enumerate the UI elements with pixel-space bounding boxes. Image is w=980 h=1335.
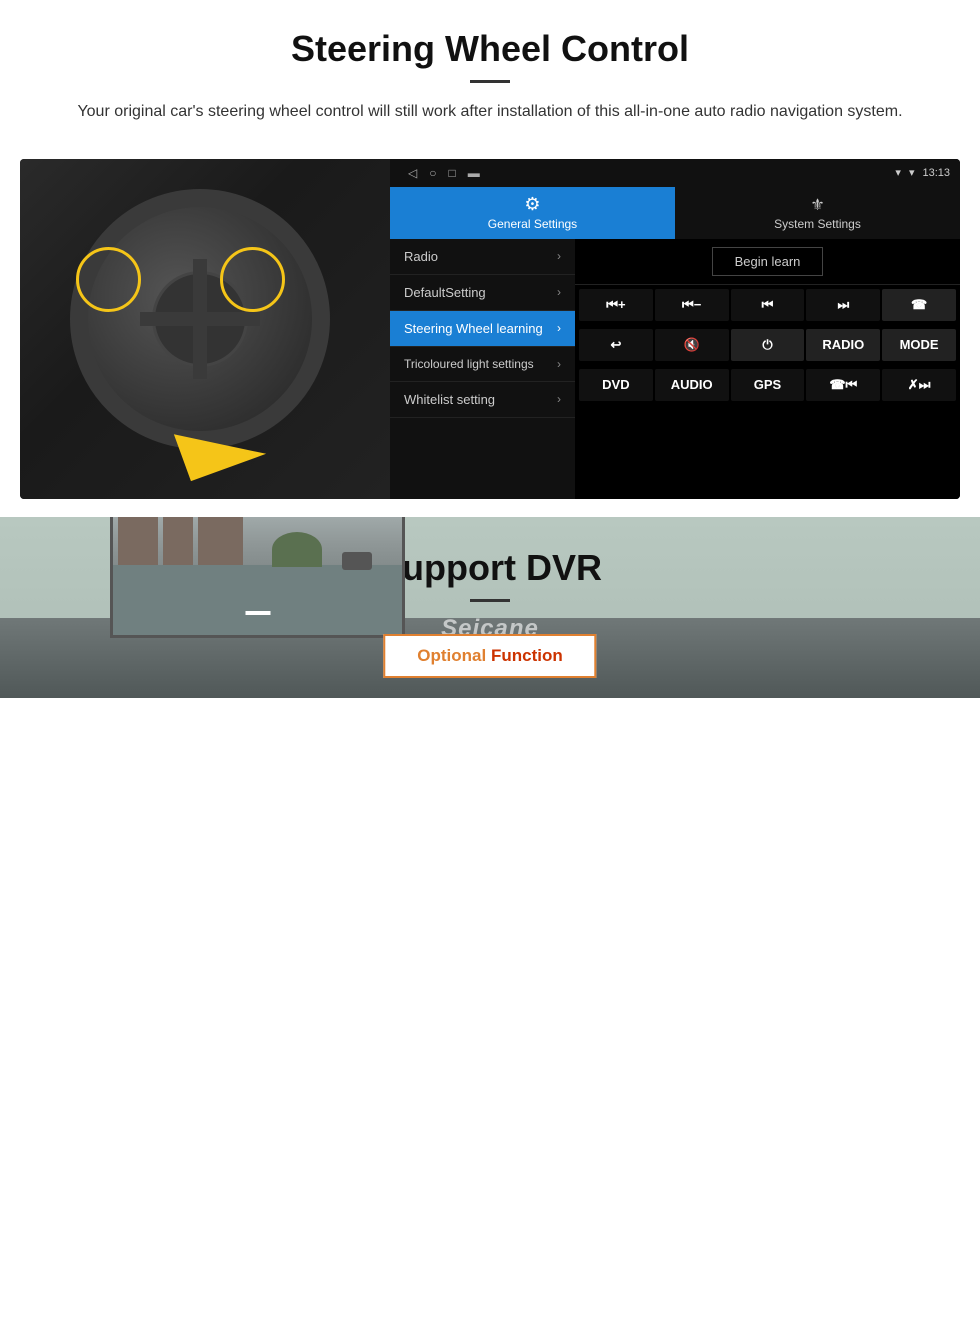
menu-whitelist[interactable]: Whitelist setting › (390, 382, 575, 418)
next-btn[interactable]: ⏭ (806, 289, 880, 321)
menu-radio-arrow: › (557, 249, 561, 263)
menu-tricoloured-label: Tricoloured light settings (404, 357, 534, 371)
phone-btn[interactable]: ☎ (882, 289, 956, 321)
dvr-divider (470, 599, 510, 602)
mute-btn[interactable]: 🔇 (655, 329, 729, 361)
control-buttons-row3: DVD AUDIO GPS ☎⏮ ✗⏭ (575, 365, 960, 405)
title-divider (470, 80, 510, 83)
thumb-bldg-1 (118, 517, 158, 565)
vol-down-btn[interactable]: ⏮− (655, 289, 729, 321)
ui-screenshot: ◁ ○ □ ▬ ▾ ▾ 13:13 ⚙ General Settings ⚜ S… (20, 159, 960, 499)
menu-tricoloured[interactable]: Tricoloured light settings › (390, 347, 575, 382)
steering-header: Steering Wheel Control Your original car… (0, 0, 980, 141)
signal-icon: ▾ (895, 166, 901, 179)
steering-wheel-bg (20, 159, 395, 499)
menu-steering-label: Steering Wheel learning (404, 321, 543, 336)
radio-ctrl-btn[interactable]: RADIO (806, 329, 880, 361)
thumb-road (113, 565, 402, 635)
nav-icons: ◁ ○ □ ▬ (408, 166, 480, 180)
menu-radio[interactable]: Radio › (390, 239, 575, 275)
right-panel: Begin learn ⏮+ ⏮− ⏮ ⏭ ☎ ↩ 🔇 ⏻ (575, 239, 960, 499)
wifi-icon: ▾ (909, 166, 915, 179)
menu-default-arrow: › (557, 285, 561, 299)
back-icon[interactable]: ◁ (408, 166, 417, 180)
tab-system-settings[interactable]: ⚜ System Settings (675, 187, 960, 239)
steering-description: Your original car's steering wheel contr… (60, 99, 920, 125)
menu-steering-arrow: › (557, 321, 561, 335)
menu-default-label: DefaultSetting (404, 285, 486, 300)
android-ui: ◁ ○ □ ▬ ▾ ▾ 13:13 ⚙ General Settings ⚜ S… (390, 159, 960, 499)
mode-btn[interactable]: MODE (882, 329, 956, 361)
status-bar: ◁ ○ □ ▬ ▾ ▾ 13:13 (390, 159, 960, 187)
optional-label-dark: Function (486, 646, 562, 665)
phone-next-btn[interactable]: ✗⏭ (882, 369, 956, 401)
steering-wheel (70, 189, 330, 449)
left-menu: Radio › DefaultSetting › Steering Wheel … (390, 239, 575, 499)
dvr-section: Support DVR (Optional function, require … (0, 517, 980, 698)
phone-prev-btn[interactable]: ☎⏮ (806, 369, 880, 401)
audio-btn[interactable]: AUDIO (655, 369, 729, 401)
spoke-vertical (193, 259, 207, 379)
status-time: 13:13 (922, 167, 950, 179)
prev-btn[interactable]: ⏮ (731, 289, 805, 321)
tab-general-label: General Settings (488, 217, 577, 231)
menu-tricoloured-arrow: › (557, 357, 561, 371)
tab-bar: ⚙ General Settings ⚜ System Settings (390, 187, 960, 239)
menu-icon[interactable]: ▬ (468, 166, 480, 180)
optional-label-orange: Optional (417, 646, 486, 665)
gps-btn[interactable]: GPS (731, 369, 805, 401)
dvd-btn[interactable]: DVD (579, 369, 653, 401)
menu-whitelist-label: Whitelist setting (404, 392, 495, 407)
dvr-thumbnail (110, 517, 405, 638)
thumb-road-line (245, 611, 270, 615)
begin-learn-button[interactable]: Begin learn (712, 247, 824, 276)
control-buttons-row1: ⏮+ ⏮− ⏮ ⏭ ☎ (575, 285, 960, 325)
menu-radio-label: Radio (404, 249, 438, 264)
thumb-tree (272, 532, 322, 567)
hang-up-btn[interactable]: ↩ (579, 329, 653, 361)
steering-section: Steering Wheel Control Your original car… (0, 0, 980, 499)
gear-icon: ⚙ (524, 194, 540, 215)
menu-whitelist-arrow: › (557, 392, 561, 406)
thumb-bldg-3 (198, 517, 243, 565)
settings-icon: ⚜ (810, 195, 824, 215)
control-buttons-row2: ↩ 🔇 ⏻ RADIO MODE (575, 325, 960, 365)
tab-system-label: System Settings (774, 217, 861, 231)
optional-function-button[interactable]: Optional Function (383, 634, 596, 678)
begin-learn-row: Begin learn (575, 239, 960, 285)
vol-up-btn[interactable]: ⏮+ (579, 289, 653, 321)
recents-icon[interactable]: □ (448, 166, 455, 180)
home-icon[interactable]: ○ (429, 166, 436, 180)
menu-steering-wheel[interactable]: Steering Wheel learning › (390, 311, 575, 347)
power-btn[interactable]: ⏻ (731, 329, 805, 361)
tab-general-settings[interactable]: ⚙ General Settings (390, 187, 675, 239)
menu-default-setting[interactable]: DefaultSetting › (390, 275, 575, 311)
thumb-bldg-2 (163, 517, 193, 565)
thumb-car (342, 552, 372, 570)
content-area: Radio › DefaultSetting › Steering Wheel … (390, 239, 960, 499)
steering-title: Steering Wheel Control (60, 28, 920, 70)
